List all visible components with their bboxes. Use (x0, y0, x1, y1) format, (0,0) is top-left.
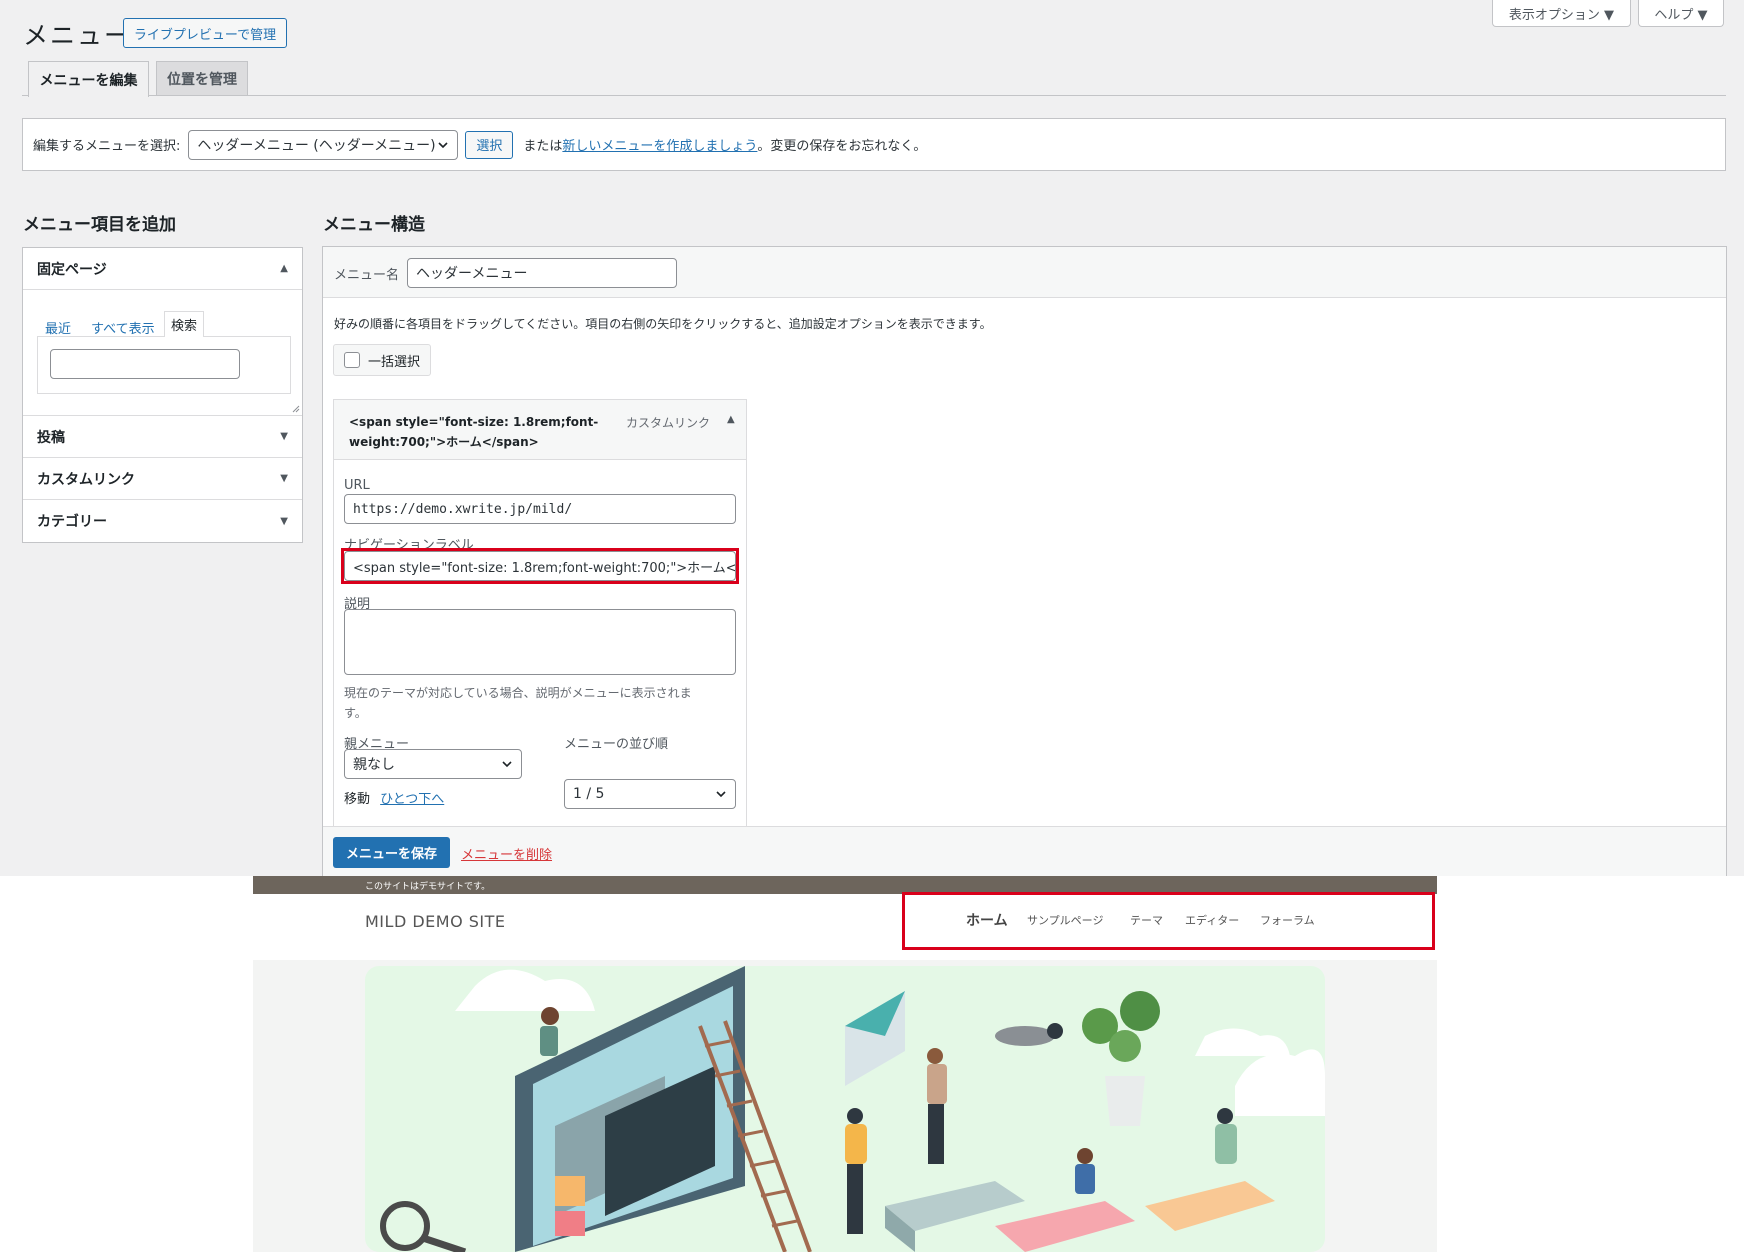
live-preview-button[interactable]: ライブプレビューで管理 (123, 18, 287, 48)
menu-order-label: メニューの並び順 (564, 737, 669, 752)
accordion-posts-label: 投稿 (37, 429, 65, 446)
pages-tab-panel: 最近 すべて表示 検索 (23, 290, 302, 416)
screen-options-label: 表示オプション ▼ (1508, 7, 1615, 23)
site-preview: このサイトはデモサイトです。 MILD DEMO SITE ホーム サンプルペー… (0, 876, 1744, 1252)
select-menu-button[interactable]: 選択 (465, 130, 514, 159)
url-label: URL (344, 478, 370, 493)
bulk-select-label: 一括選択 (368, 354, 421, 370)
menu-structure-panel: メニュー名 ヘッダーメニュー 好みの順番に各項目をドラッグしてください。項目の右… (322, 246, 1727, 876)
menu-order-value: 1 / 5 (573, 786, 605, 802)
page-title: メニュー (23, 21, 132, 50)
highlight-box-nav-label (341, 548, 739, 584)
menu-footer: メニューを保存 メニューを削除 (323, 826, 1726, 876)
save-reminder-text: 。変更の保存をお忘れなく。 (757, 139, 927, 154)
manage-menus-bar: 編集するメニューを選択: ヘッダーメニュー (ヘッダーメニュー) 選択 または … (22, 118, 1726, 171)
menu-structure-heading: メニュー構造 (323, 215, 425, 235)
chevron-down-icon (502, 761, 512, 768)
accordion-pages[interactable]: 固定ページ ▲ (23, 248, 302, 290)
hero-illustration (365, 966, 1325, 1252)
menu-name-label: メニュー名 (334, 268, 400, 283)
highlight-box-nav (902, 892, 1435, 950)
description-help: 現在のテーマが対応している場合、説明がメニューに表示されま す。 (344, 683, 692, 723)
triangle-down-icon: ▼ (280, 515, 288, 527)
url-input[interactable]: https://demo.xwrite.jp/mild/ (344, 494, 736, 524)
menu-item-title-line2: weight:700;">ホーム</span> (349, 435, 539, 449)
menu-item-handle[interactable]: <span style="font-size: 1.8rem;font- wei… (334, 400, 746, 460)
menu-item-home: <span style="font-size: 1.8rem;font- wei… (333, 399, 747, 876)
menu-order-select[interactable]: 1 / 5 (564, 779, 736, 809)
accordion-posts[interactable]: 投稿 ▼ (23, 416, 302, 458)
triangle-up-icon: ▲ (280, 263, 288, 274)
tab-manage-locations[interactable]: 位置を管理 (156, 61, 248, 96)
save-menu-button[interactable]: メニューを保存 (333, 837, 450, 868)
or-text: または (523, 139, 563, 154)
move-row: 移動 ひとつ下へ (344, 788, 444, 807)
add-items-panel: 固定ページ ▲ 最近 すべて表示 検索 投稿 ▼ カスタムリンク ▼ カテゴリー… (22, 247, 303, 543)
help-button[interactable]: ヘルプ ▼ (1638, 0, 1724, 27)
chevron-down-icon (716, 791, 726, 798)
menu-item-title-line1: <span style="font-size: 1.8rem;font- (349, 415, 599, 429)
resize-handle-icon[interactable] (292, 405, 300, 413)
move-label: 移動 (344, 792, 371, 807)
subtab-search[interactable]: 検索 (164, 311, 204, 337)
description-textarea[interactable] (344, 609, 736, 675)
description-help-line2: す。 (344, 706, 367, 720)
description-help-line1: 現在のテーマが対応している場合、説明がメニューに表示されま (344, 686, 692, 700)
menu-name-input[interactable]: ヘッダーメニュー (407, 258, 677, 288)
bulk-select-checkbox[interactable] (344, 352, 360, 368)
chevron-down-icon (438, 141, 448, 148)
triangle-down-icon: ▼ (280, 431, 288, 442)
triangle-up-icon[interactable]: ▲ (727, 414, 735, 425)
admin-screen: 表示オプション ▼ ヘルプ ▼ メニュー ライブプレビューで管理 メニューを編集… (0, 0, 1744, 876)
parent-menu-value: 親なし (353, 757, 395, 773)
screen-options-button[interactable]: 表示オプション ▼ (1492, 0, 1631, 27)
accordion-categories-label: カテゴリー (37, 514, 107, 530)
accordion-custom-links[interactable]: カスタムリンク ▼ (23, 458, 302, 500)
bulk-select-button[interactable]: 一括選択 (333, 344, 431, 376)
menu-select[interactable]: ヘッダーメニュー (ヘッダーメニュー) (188, 129, 459, 160)
move-down-link[interactable]: ひとつ下へ (380, 792, 444, 807)
parent-menu-select[interactable]: 親なし (344, 749, 522, 779)
delete-menu-link[interactable]: メニューを削除 (461, 844, 552, 863)
menu-name-bar: メニュー名 ヘッダーメニュー (323, 247, 1726, 298)
accordion-custom-links-label: カスタムリンク (37, 471, 135, 488)
triangle-down-icon: ▼ (280, 473, 288, 484)
accordion-pages-label: 固定ページ (37, 261, 107, 278)
accordion-categories[interactable]: カテゴリー ▼ (23, 500, 302, 542)
menu-item-title: <span style="font-size: 1.8rem;font- wei… (349, 412, 598, 452)
tab-divider (22, 95, 1726, 96)
subtab-recent[interactable]: 最近 (45, 318, 71, 337)
menu-item-type: カスタムリンク (626, 416, 711, 430)
site-title[interactable]: MILD DEMO SITE (365, 912, 506, 931)
menu-select-value: ヘッダーメニュー (ヘッダーメニュー) (197, 137, 436, 154)
demo-notice-text: このサイトはデモサイトです。 (365, 881, 491, 892)
help-label: ヘルプ ▼ (1654, 7, 1708, 23)
select-menu-label: 編集するメニューを選択: (33, 139, 181, 154)
subtab-view-all[interactable]: すべて表示 (91, 318, 155, 337)
page-search-input[interactable] (50, 349, 240, 379)
add-items-heading: メニュー項目を追加 (23, 215, 176, 235)
tab-edit-menus[interactable]: メニューを編集 (28, 61, 149, 97)
instructions-text: 好みの順番に各項目をドラッグしてください。項目の右側の矢印をクリックすると、追加… (334, 317, 992, 331)
create-new-menu-link[interactable]: 新しいメニューを作成しましょう (562, 135, 757, 154)
